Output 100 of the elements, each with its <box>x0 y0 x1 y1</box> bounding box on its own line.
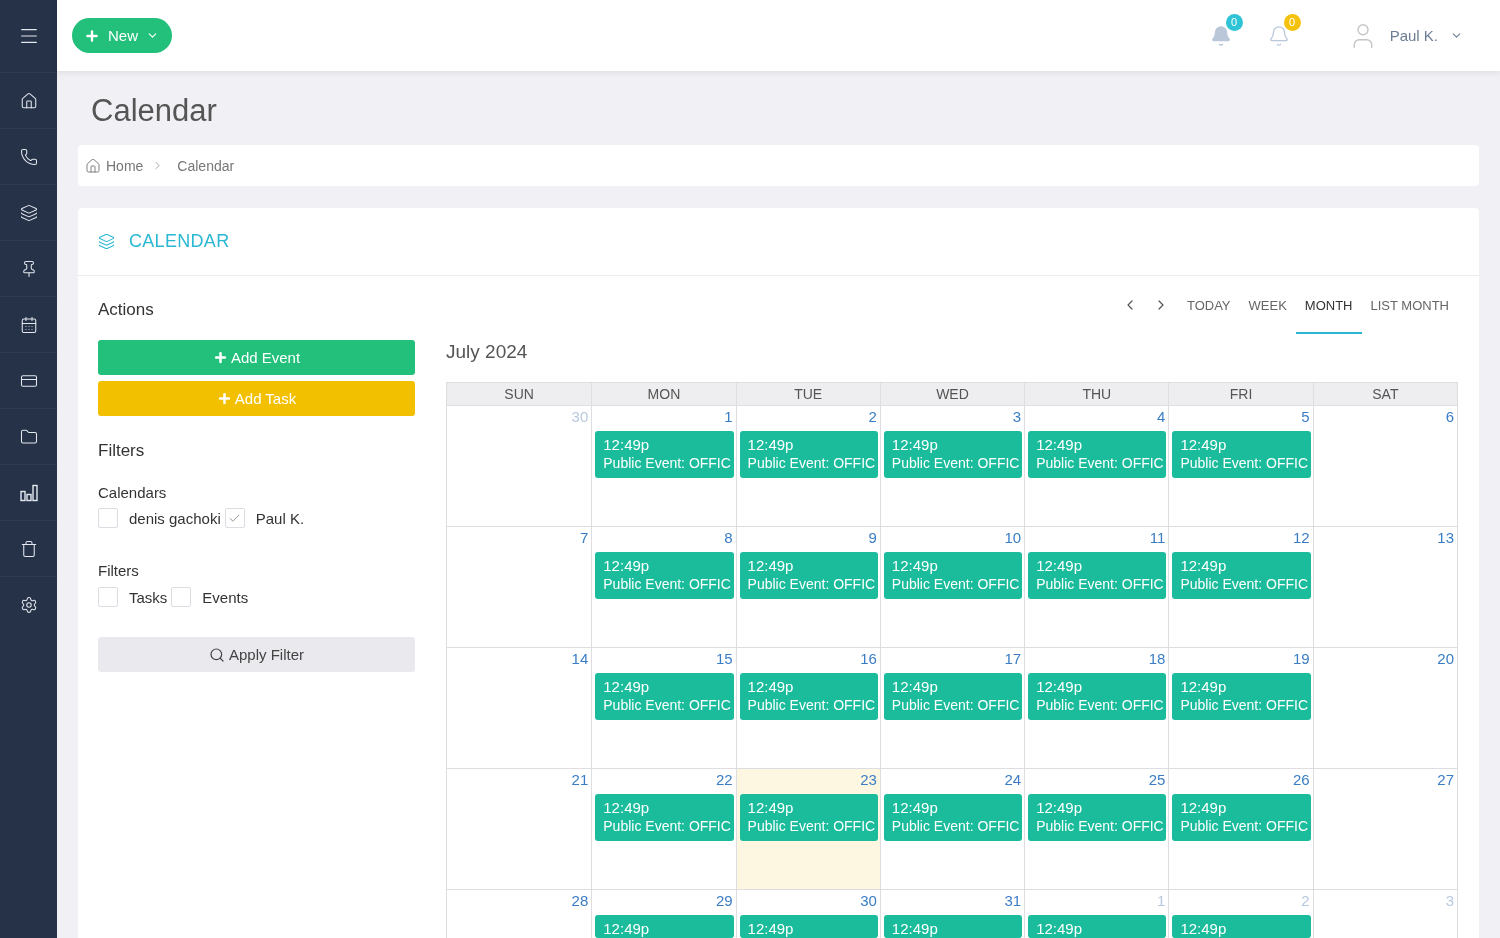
event-chip[interactable]: 12:49p Public Event: OFFIC <box>595 431 734 478</box>
event-chip[interactable]: 12:49p <box>883 915 1023 938</box>
month-title: July 2024 <box>446 340 529 364</box>
add-event-button[interactable]: Add Event <box>98 340 415 375</box>
day-number[interactable]: 26 <box>1292 769 1311 791</box>
day-number[interactable]: 21 <box>570 769 590 791</box>
event-chip[interactable]: 12:49p Public Event: OFFIC <box>883 431 1023 478</box>
layers-icon <box>98 233 115 250</box>
event-chip[interactable]: 12:49p Public Event: OFFIC <box>739 431 878 478</box>
checkbox[interactable] <box>98 508 118 528</box>
event-chip[interactable]: 12:49p Public Event: OFFIC <box>1028 673 1167 720</box>
weekday-header: TUE <box>735 383 880 405</box>
day-number[interactable]: 27 <box>1436 769 1455 791</box>
day-number[interactable]: 5 <box>1300 406 1311 428</box>
home-icon <box>85 157 101 174</box>
plus-icon <box>216 391 232 406</box>
day-number[interactable]: 18 <box>1147 648 1167 670</box>
user-menu[interactable]: Paul K. <box>1347 20 1463 51</box>
day-number[interactable]: 20 <box>1436 648 1455 670</box>
phone-icon[interactable] <box>19 147 38 166</box>
day-number[interactable]: 4 <box>1156 406 1167 428</box>
view-tab[interactable]: WEEK <box>1239 286 1296 334</box>
settings-icon[interactable] <box>19 595 38 614</box>
event-chip[interactable]: 12:49p <box>1028 915 1167 938</box>
day-number[interactable]: 19 <box>1292 648 1311 670</box>
notification-badge: 0 <box>1283 13 1301 31</box>
apply-filter-button[interactable]: Apply Filter <box>98 637 415 672</box>
today-button[interactable]: TODAY <box>1177 286 1240 334</box>
checkbox-label: Paul K. <box>255 509 305 527</box>
filters-heading: Filters <box>98 440 146 462</box>
panel-title: CALENDAR <box>129 231 230 252</box>
plus-icon <box>84 27 100 44</box>
day-number[interactable]: 29 <box>714 890 734 912</box>
checkbox[interactable] <box>171 587 192 607</box>
event-chip[interactable]: 12:49p Public Event: OFFIC <box>1028 552 1167 599</box>
day-number[interactable]: 11 <box>1148 527 1167 549</box>
checkbox[interactable] <box>98 587 118 607</box>
checkbox-label: Events <box>202 588 249 606</box>
day-number[interactable]: 7 <box>578 527 590 549</box>
day-number[interactable]: 15 <box>714 648 734 670</box>
event-chip[interactable]: 12:49p <box>739 915 878 938</box>
day-number[interactable]: 16 <box>859 648 878 670</box>
search-icon <box>209 646 225 663</box>
event-chip[interactable]: 12:49p Public Event: OFFIC <box>883 673 1023 720</box>
weekday-header: SAT <box>1312 383 1457 405</box>
day-number[interactable]: 3 <box>1011 406 1023 428</box>
event-chip[interactable]: 12:49p Public Event: OFFIC <box>595 552 734 599</box>
day-number[interactable]: 17 <box>1003 648 1023 670</box>
day-number[interactable]: 12 <box>1292 527 1311 549</box>
checkbox-label: denis gachoki <box>129 509 221 527</box>
breadcrumb-link[interactable]: Home <box>85 157 144 174</box>
view-tab[interactable]: LIST MONTH <box>1361 286 1458 334</box>
day-number[interactable]: 23 <box>859 769 878 791</box>
home-icon[interactable] <box>19 91 38 110</box>
event-chip[interactable]: 12:49p Public Event: OFFIC <box>739 794 878 841</box>
event-chip[interactable]: 12:49p Public Event: OFFIC <box>1028 431 1167 478</box>
weekday-header: THU <box>1024 383 1169 405</box>
event-chip[interactable]: 12:49p Public Event: OFFIC <box>1172 552 1311 599</box>
day-number[interactable]: 30 <box>859 890 878 912</box>
day-number[interactable]: 22 <box>714 769 734 791</box>
weekday-header: FRI <box>1168 383 1313 405</box>
event-chip[interactable]: 12:49p Public Event: OFFIC <box>883 552 1023 599</box>
day-number[interactable]: 9 <box>867 527 878 549</box>
day-number[interactable]: 14 <box>570 648 590 670</box>
breadcrumb-current: Calendar <box>177 157 235 174</box>
event-chip[interactable]: 12:49p Public Event: OFFIC <box>1172 673 1311 720</box>
event-chip[interactable]: 12:49p <box>595 915 734 938</box>
weekday-header: SUN <box>447 383 592 405</box>
event-chip[interactable]: 12:49p Public Event: OFFIC <box>883 794 1023 841</box>
new-button[interactable]: New <box>72 18 172 53</box>
day-number[interactable]: 10 <box>1003 527 1023 549</box>
weekday-header: WED <box>879 383 1025 405</box>
day-number[interactable]: 2 <box>867 406 878 428</box>
event-chip[interactable]: 12:49p Public Event: OFFIC <box>595 794 734 841</box>
day-number[interactable]: 28 <box>570 890 590 912</box>
filter-group-label: Calendars <box>98 483 168 503</box>
day-number[interactable]: 13 <box>1436 527 1455 549</box>
view-tab[interactable]: MONTH <box>1295 286 1362 334</box>
event-chip[interactable]: 12:49p Public Event: OFFIC <box>1172 794 1311 841</box>
notification-badge: 0 <box>1225 13 1243 31</box>
day-number[interactable]: 1 <box>723 406 734 428</box>
day-number[interactable]: 6 <box>1444 406 1455 428</box>
checkbox-label: Tasks <box>129 588 168 606</box>
day-number[interactable]: 8 <box>723 527 734 549</box>
event-chip[interactable]: 12:49p Public Event: OFFIC <box>739 673 878 720</box>
event-chip[interactable]: 12:49p Public Event: OFFIC <box>1028 794 1167 841</box>
calendar-icon[interactable] <box>19 315 38 334</box>
layers-icon[interactable] <box>19 203 38 222</box>
folder-icon[interactable] <box>19 427 38 446</box>
event-chip[interactable]: 12:49p Public Event: OFFIC <box>595 673 734 720</box>
day-number[interactable]: 25 <box>1147 769 1167 791</box>
bar-chart-icon[interactable] <box>19 483 38 502</box>
event-chip[interactable]: 12:49p Public Event: OFFIC <box>1172 431 1311 478</box>
event-chip[interactable]: 12:49p <box>1172 915 1311 938</box>
day-number[interactable]: 24 <box>1003 769 1023 791</box>
filter-group-label: Filters <box>98 561 140 581</box>
event-chip[interactable]: 12:49p Public Event: OFFIC <box>739 552 878 599</box>
trash-icon[interactable] <box>19 539 38 558</box>
checkbox[interactable] <box>224 508 245 528</box>
day-number[interactable]: 31 <box>1003 890 1023 912</box>
